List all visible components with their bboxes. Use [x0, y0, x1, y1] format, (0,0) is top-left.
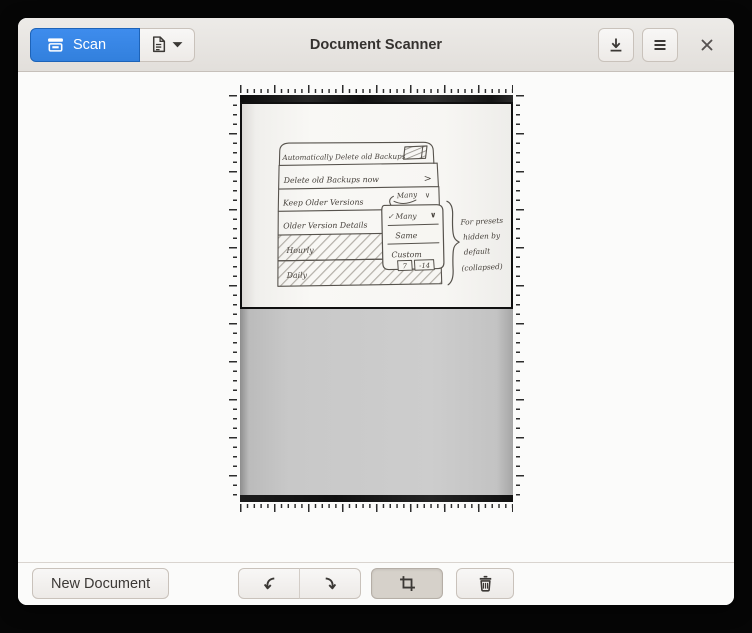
- crop-selection[interactable]: Automatically Delete old Backups Delete …: [240, 102, 513, 309]
- crop-icon: [399, 575, 416, 592]
- scan-split-button: Scan: [30, 28, 195, 62]
- new-document-button[interactable]: New Document: [32, 568, 169, 599]
- page-tools-cluster: [238, 568, 514, 599]
- sketch-caret-icon: ∨: [424, 190, 429, 199]
- sketch-row-label: Older Version Details: [283, 221, 367, 231]
- ruler-ticks-bottom: [240, 504, 513, 512]
- ruler-ticks-right: [516, 95, 524, 502]
- rotate-left-icon: [261, 575, 278, 592]
- trash-icon: [477, 575, 494, 592]
- sketch-dropdown-option: Many: [394, 212, 417, 221]
- sketch-chevron-right-icon: >: [423, 173, 431, 184]
- sketch-annotation-line: default: [463, 246, 490, 256]
- sketch-stepper-value: -14: [419, 262, 430, 270]
- sketch-dropdown-option: Same: [395, 231, 417, 240]
- scan-type-dropdown-button[interactable]: [140, 28, 195, 62]
- sketch-caret-icon: ∨: [430, 210, 436, 219]
- new-document-label: New Document: [51, 576, 150, 592]
- scan-edge-bottom: [240, 495, 513, 502]
- save-download-icon: [608, 37, 624, 53]
- action-bar: New Document: [18, 562, 734, 605]
- ruler-ticks-left: [229, 95, 237, 502]
- delete-page-button[interactable]: [456, 568, 514, 599]
- header-bar: Scan Document Scanner: [18, 18, 734, 72]
- scan-edge-top: [240, 95, 513, 102]
- close-icon: [700, 38, 714, 52]
- ruler-ticks-top: [240, 85, 513, 93]
- sketch-check-icon: ✓: [387, 212, 394, 221]
- rotate-left-button[interactable]: [238, 568, 300, 599]
- menu-button[interactable]: [642, 28, 678, 62]
- scan-button[interactable]: Scan: [30, 28, 140, 62]
- sketch-annotation-line: For presets: [459, 216, 503, 227]
- dropdown-caret-icon: [172, 41, 183, 48]
- sketch-row-label: Hourly: [285, 246, 314, 255]
- sketch-row-label: Keep Older Versions: [281, 198, 363, 208]
- sketch-toggle-switch-icon: [403, 146, 427, 159]
- sketch-annotation-line: hidden by: [462, 231, 500, 242]
- sketch-dropdown-option: Custom: [391, 250, 421, 259]
- scan-button-label: Scan: [73, 37, 106, 53]
- scanned-page[interactable]: Automatically Delete old Backups Delete …: [240, 95, 513, 502]
- sketch-row-label: Automatically Delete old Backups: [281, 152, 405, 162]
- rotate-right-button[interactable]: [299, 568, 361, 599]
- close-button[interactable]: [692, 28, 722, 62]
- scan-background-area: [240, 309, 513, 495]
- rotate-right-icon: [322, 575, 339, 592]
- header-right-controls: [598, 28, 722, 62]
- sketch-row-label: Delete old Backups now: [282, 175, 379, 185]
- scan-assembly: Automatically Delete old Backups Delete …: [229, 85, 524, 512]
- crop-button[interactable]: [371, 568, 443, 599]
- sketch-row-label: Daily: [285, 271, 307, 280]
- save-button[interactable]: [598, 28, 634, 62]
- text-document-icon: [151, 36, 166, 53]
- sketch-drawing: Automatically Delete old Backups Delete …: [242, 104, 511, 307]
- app-window: Scan Document Scanner: [18, 18, 734, 605]
- sketch-annotation-line: (collapsed): [461, 262, 503, 273]
- sketch-brace: [446, 201, 459, 285]
- scanner-icon: [47, 36, 64, 53]
- sketch-stepper-value: 7: [402, 262, 407, 270]
- hamburger-menu-icon: [652, 37, 668, 53]
- sketch-row-value: Many: [395, 190, 418, 201]
- scan-view: Automatically Delete old Backups Delete …: [18, 72, 734, 562]
